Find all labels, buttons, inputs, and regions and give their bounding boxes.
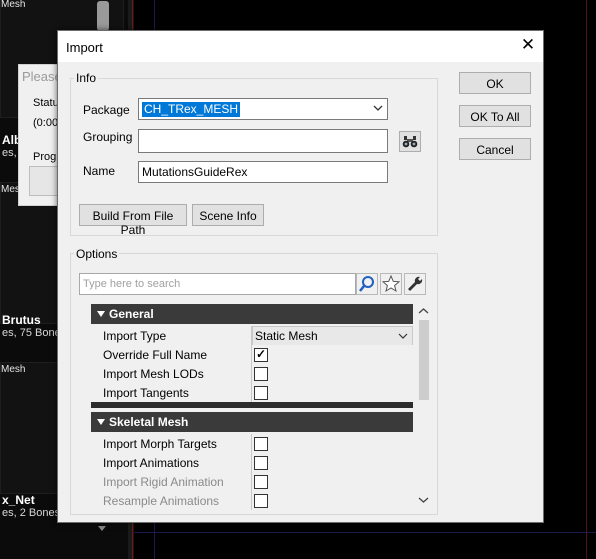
package-label: Package: [83, 103, 130, 117]
category-label: General: [109, 307, 154, 321]
scene-info-label: Scene Info: [199, 209, 257, 223]
property-label: Import Type: [103, 329, 167, 343]
column-divider[interactable]: [251, 453, 252, 472]
import-tangents-checkbox[interactable]: [254, 386, 268, 400]
search-placeholder: Type here to search: [83, 278, 181, 290]
asset-name: Brutus: [2, 313, 41, 327]
property-label: Override Full Name: [103, 348, 208, 362]
search-button[interactable]: [356, 273, 378, 295]
property-label: Import Tangents: [103, 386, 189, 400]
property-row: Import Tangents: [91, 383, 413, 402]
import-morph-targets-checkbox[interactable]: [254, 437, 268, 451]
category-label: Skeletal Mesh: [109, 415, 189, 429]
property-row: Resample Animations: [91, 491, 413, 510]
column-divider[interactable]: [251, 364, 252, 383]
viewport-border: [586, 0, 587, 559]
checkmark-icon: ✓: [256, 347, 267, 361]
column-divider[interactable]: [251, 434, 252, 453]
settings-button[interactable]: [404, 273, 426, 295]
name-label: Name: [83, 164, 116, 178]
close-icon[interactable]: ✕: [519, 36, 537, 54]
property-row: Import Type Static Mesh: [91, 326, 413, 346]
info-group-label: Info: [74, 71, 99, 85]
progress-status: Statu: [33, 97, 59, 109]
progress-time: (0:00: [33, 117, 59, 129]
chevron-down-icon[interactable]: [372, 101, 384, 115]
name-value: MutationsGuideRex: [142, 165, 248, 179]
ok-to-all-button[interactable]: OK To All: [459, 105, 531, 127]
category-separator: [91, 402, 413, 408]
import-rigid-animation-checkbox[interactable]: [254, 475, 268, 489]
collapse-icon[interactable]: [97, 419, 105, 425]
star-icon: [381, 274, 401, 293]
property-label: Import Rigid Animation: [103, 475, 224, 489]
name-field[interactable]: MutationsGuideRex: [138, 161, 388, 183]
property-label: Resample Animations: [103, 494, 220, 508]
category-general[interactable]: General: [91, 304, 413, 324]
search-icon: [359, 276, 374, 292]
scene-info-button[interactable]: Scene Info: [192, 204, 264, 226]
wrench-icon: [408, 276, 423, 291]
asset-details: es, 2 Bones: [2, 507, 61, 519]
collapse-icon[interactable]: [97, 311, 105, 317]
scroll-down-icon[interactable]: [416, 494, 431, 506]
package-combo[interactable]: CH_TRex_MESH: [138, 98, 388, 120]
resample-animations-checkbox[interactable]: [254, 494, 268, 508]
property-row: Override Full Name ✓: [91, 345, 413, 364]
property-label: Import Animations: [103, 456, 200, 470]
cancel-button[interactable]: Cancel: [459, 138, 531, 160]
options-search-input[interactable]: Type here to search: [79, 273, 356, 295]
progress-title: Please: [22, 69, 62, 84]
property-label: Import Mesh LODs: [103, 367, 204, 381]
column-divider[interactable]: [251, 491, 252, 510]
column-divider[interactable]: [251, 345, 252, 364]
column-divider[interactable]: [251, 472, 252, 491]
scroll-down-icon[interactable]: [98, 526, 106, 531]
binoculars-icon: [402, 136, 418, 148]
build-from-file-path-button[interactable]: Build From File Path: [79, 204, 187, 237]
chevron-down-icon: [398, 333, 408, 339]
asset-name: x_Net: [2, 493, 35, 507]
dialog-title: Import: [66, 40, 103, 55]
property-label: Import Morph Targets: [103, 437, 217, 451]
ok-label: OK: [486, 77, 504, 91]
ok-button[interactable]: OK: [459, 72, 531, 94]
property-row: Import Rigid Animation: [91, 472, 413, 491]
title-bar[interactable]: Import ✕: [58, 31, 543, 62]
import-type-value: Static Mesh: [255, 329, 318, 343]
grouping-label: Grouping: [83, 130, 133, 144]
grouping-field[interactable]: [138, 129, 388, 153]
import-type-combo[interactable]: Static Mesh: [252, 326, 413, 346]
property-row: Import Morph Targets: [91, 434, 413, 453]
options-group-label: Options: [74, 247, 120, 261]
property-row: Import Mesh LODs: [91, 364, 413, 383]
browse-button[interactable]: [399, 131, 421, 152]
import-animations-checkbox[interactable]: [254, 456, 268, 470]
tile-scroll-handle[interactable]: [97, 1, 109, 31]
progress-label: Progr: [33, 151, 60, 163]
asset-type-label: Mesh: [1, 0, 26, 10]
import-dialog: Import ✕ Info Package CH_TRex_MESH Group…: [57, 30, 544, 523]
cancel-label: Cancel: [476, 143, 514, 157]
grid-line: [134, 532, 596, 533]
asset-type-label: Mesh: [1, 364, 26, 375]
ok-to-all-label: OK To All: [470, 110, 520, 124]
package-value: CH_TRex_MESH: [142, 102, 241, 117]
category-skeletal-mesh[interactable]: Skeletal Mesh: [91, 412, 413, 432]
property-row: Import Animations: [91, 453, 413, 472]
column-divider[interactable]: [251, 383, 252, 402]
override-full-name-checkbox[interactable]: ✓: [254, 347, 268, 362]
scroll-thumb[interactable]: [419, 320, 429, 400]
import-mesh-lods-checkbox[interactable]: [254, 367, 268, 381]
scroll-up-icon[interactable]: [416, 305, 431, 317]
build-from-file-path-label: Build From File Path: [92, 209, 174, 237]
options-scrollbar[interactable]: [416, 304, 431, 509]
favorites-button[interactable]: [380, 273, 402, 295]
